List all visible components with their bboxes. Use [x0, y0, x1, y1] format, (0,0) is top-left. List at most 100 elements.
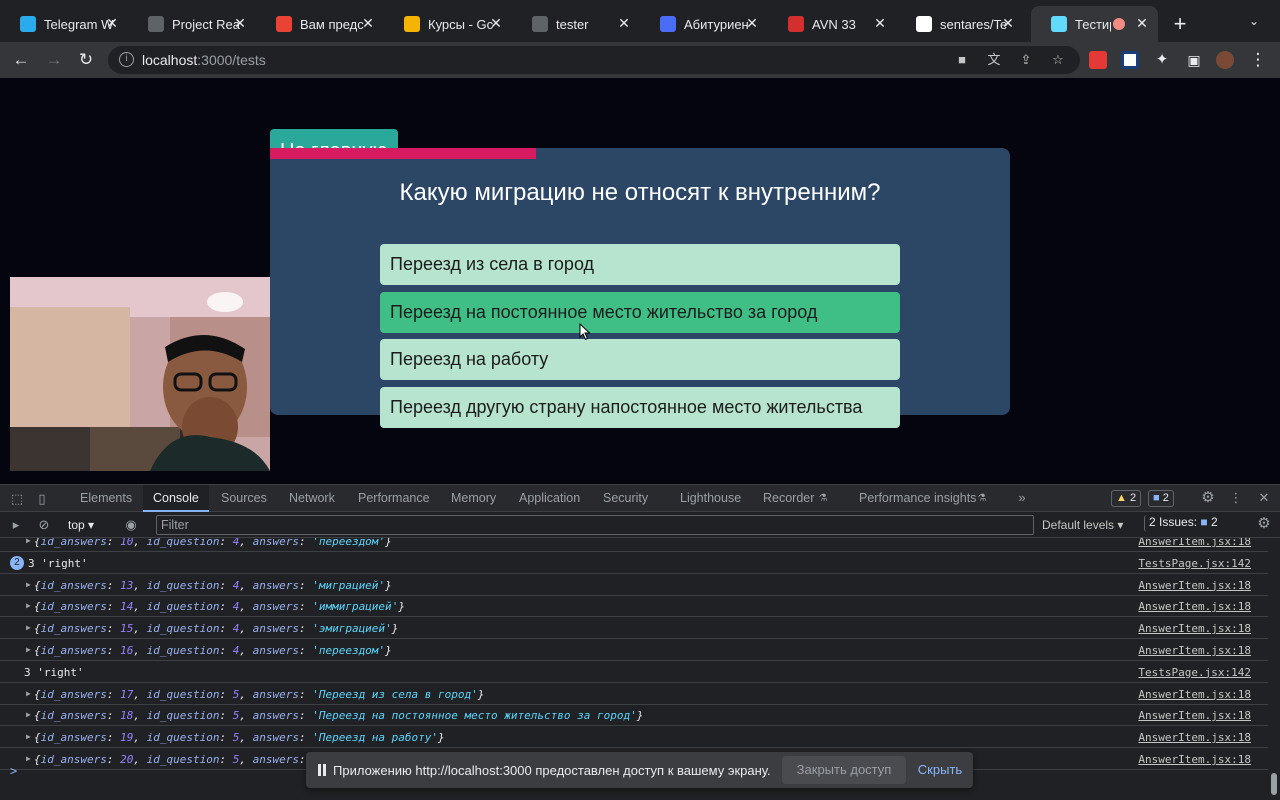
context-selector[interactable]: top ▾ [68, 517, 108, 533]
devtools-tab-performance[interactable]: Performance [348, 485, 440, 512]
expand-triangle-icon[interactable]: ▶ [26, 601, 31, 610]
hide-share-bar-button[interactable]: Скрыть [914, 756, 966, 784]
close-tab-icon[interactable]: ✕ [616, 15, 632, 31]
warnings-badge[interactable]: ▲ 2 [1111, 490, 1142, 507]
site-info-icon[interactable]: i [119, 52, 134, 67]
close-tab-icon[interactable]: ✕ [232, 15, 248, 31]
devtools-tab-recorder[interactable]: Recorder [753, 485, 824, 512]
source-link[interactable]: TestsPage.jsx:142 [1138, 557, 1251, 570]
browser-tab[interactable]: Project Rea ✕ [128, 6, 256, 42]
answer-option-4[interactable]: Переезд другую страну напостоянное место… [380, 387, 900, 428]
address-bar[interactable]: i localhost:3000/tests ■ 文 ⇪ ☆ [108, 46, 1080, 74]
source-link[interactable]: AnswerItem.jsx:18 [1138, 600, 1251, 613]
console-row[interactable]: ▶ {id_answers: 10, id_question: 4, answer… [0, 538, 1268, 552]
sidebar-toggle-icon[interactable]: ▸ [8, 517, 24, 533]
browser-tab[interactable]: tester ✕ [512, 6, 640, 42]
console-row[interactable]: ▶ {id_answers: 14, id_question: 4, answer… [0, 595, 1268, 618]
source-link[interactable]: AnswerItem.jsx:18 [1138, 731, 1251, 744]
expand-triangle-icon[interactable]: ▶ [26, 689, 31, 698]
close-tab-icon[interactable]: ✕ [360, 15, 376, 31]
device-toolbar-icon[interactable]: ▯ [34, 491, 50, 507]
console-row[interactable]: ▶ {id_answers: 19, id_question: 5, answer… [0, 726, 1268, 749]
extension-blue-icon[interactable] [1121, 51, 1139, 69]
more-tabs-chevron-icon[interactable]: » [1014, 490, 1030, 506]
translate-icon[interactable]: 文 [986, 53, 1002, 67]
messages-badge[interactable]: ■ 2 [1148, 490, 1174, 507]
console-row[interactable]: ▶ {id_answers: 13, id_question: 4, answer… [0, 574, 1268, 596]
source-link[interactable]: AnswerItem.jsx:18 [1138, 688, 1251, 701]
close-devtools-icon[interactable]: ✕ [1256, 490, 1272, 506]
inspect-element-icon[interactable]: ⬚ [9, 491, 25, 507]
devtools-tab-application[interactable]: Application [509, 485, 590, 512]
close-tab-icon[interactable]: ✕ [104, 15, 120, 31]
close-tab-icon[interactable]: ✕ [488, 15, 504, 31]
devtools-tab-console[interactable]: Console [143, 485, 209, 512]
source-link[interactable]: TestsPage.jsx:142 [1138, 666, 1251, 679]
close-tab-icon[interactable]: ✕ [1000, 15, 1016, 31]
forward-icon[interactable]: → [44, 50, 64, 70]
expand-triangle-icon[interactable]: ▶ [26, 538, 31, 545]
console-row[interactable]: 3 'right' TestsPage.jsx:142 [0, 661, 1268, 683]
close-tab-icon[interactable]: ✕ [1134, 15, 1150, 31]
console-filter-input[interactable] [156, 515, 1034, 535]
stop-sharing-button[interactable]: Закрыть доступ [782, 756, 906, 784]
console-row[interactable]: ▶ {id_answers: 15, id_question: 4, answer… [0, 617, 1268, 640]
browser-tab[interactable]: Тестир ✕ [1031, 6, 1158, 42]
new-tab-button[interactable]: + [1170, 13, 1190, 35]
console-row[interactable]: ▶ {id_answers: 16, id_question: 4, answer… [0, 639, 1268, 661]
browser-tab[interactable]: AVN 33 ✕ [768, 6, 896, 42]
extensions-puzzle-icon[interactable]: ✦ [1152, 50, 1172, 70]
console-scrollbar-thumb[interactable] [1271, 773, 1277, 795]
browser-tab[interactable]: Абитуриен ✕ [640, 6, 768, 42]
live-expression-eye-icon[interactable]: ◉ [122, 517, 140, 533]
expand-triangle-icon[interactable]: ▶ [26, 732, 31, 741]
devtools-tab-performance-insights[interactable]: Performance insights [849, 485, 986, 512]
source-link[interactable]: AnswerItem.jsx:18 [1138, 753, 1251, 766]
devtools-tab-memory[interactable]: Memory [441, 485, 506, 512]
expand-triangle-icon[interactable]: ▶ [26, 623, 31, 632]
camera-icon[interactable]: ■ [954, 53, 970, 67]
expand-triangle-icon[interactable]: ▶ [26, 580, 31, 589]
devtools-tab-lighthouse[interactable]: Lighthouse [670, 485, 751, 512]
side-panel-icon[interactable]: ▣ [1184, 50, 1204, 70]
expand-triangle-icon[interactable]: ▶ [26, 710, 31, 719]
console-row[interactable]: 2 3 'right' TestsPage.jsx:142 [0, 552, 1268, 574]
devtools-menu-icon[interactable]: ⋮ [1228, 490, 1244, 506]
source-link[interactable]: AnswerItem.jsx:18 [1138, 579, 1251, 592]
devtools-tab-security[interactable]: Security [593, 485, 658, 512]
browser-tab[interactable]: sentares/Te ✕ [896, 6, 1024, 42]
console-row[interactable]: ▶ {id_answers: 17, id_question: 5, answer… [0, 683, 1268, 705]
extension-red-icon[interactable] [1089, 51, 1107, 69]
close-tab-icon[interactable]: ✕ [872, 15, 888, 31]
devtools-tab-sources[interactable]: Sources [211, 485, 277, 512]
issues-counter[interactable]: 2 Issues: ■ 2 [1144, 515, 1222, 532]
browser-tab[interactable]: Telegram W ✕ [0, 6, 128, 42]
devtools-tab-network[interactable]: Network [279, 485, 345, 512]
source-link[interactable]: AnswerItem.jsx:18 [1138, 538, 1251, 548]
source-link[interactable]: AnswerItem.jsx:18 [1138, 709, 1251, 722]
share-icon[interactable]: ⇪ [1018, 53, 1034, 67]
answer-option-3[interactable]: Переезд на работу [380, 339, 900, 380]
devtools-tab-elements[interactable]: Elements [70, 485, 142, 512]
profile-avatar[interactable] [1216, 51, 1234, 69]
answer-option-2[interactable]: Переезд на постоянное место жительство з… [380, 292, 900, 333]
source-link[interactable]: AnswerItem.jsx:18 [1138, 644, 1251, 657]
back-icon[interactable]: ← [11, 50, 31, 70]
bookmark-star-icon[interactable]: ☆ [1050, 53, 1066, 67]
expand-triangle-icon[interactable]: ▶ [26, 754, 31, 763]
reload-icon[interactable]: ↻ [76, 50, 96, 70]
source-link[interactable]: AnswerItem.jsx:18 [1138, 622, 1251, 635]
tab-search-icon[interactable]: ⌄ [1249, 14, 1265, 30]
console-settings-gear-icon[interactable]: ⚙ [1255, 516, 1273, 532]
expand-triangle-icon[interactable]: ▶ [26, 645, 31, 654]
settings-gear-icon[interactable]: ⚙ [1199, 490, 1217, 506]
menu-kebab-icon[interactable]: ⋮ [1248, 50, 1268, 70]
browser-tab[interactable]: Вам предс ✕ [256, 6, 384, 42]
answer-option-1[interactable]: Переезд из села в город [380, 244, 900, 285]
clear-console-icon[interactable]: ⊘ [36, 517, 52, 533]
console-prompt[interactable]: > [10, 764, 17, 778]
log-levels-dropdown[interactable]: Default levels ▾ [1042, 517, 1132, 533]
browser-tab[interactable]: Курсы - Gc ✕ [384, 6, 512, 42]
close-tab-icon[interactable]: ✕ [744, 15, 760, 31]
console-row[interactable]: ▶ {id_answers: 18, id_question: 5, answer… [0, 704, 1268, 727]
